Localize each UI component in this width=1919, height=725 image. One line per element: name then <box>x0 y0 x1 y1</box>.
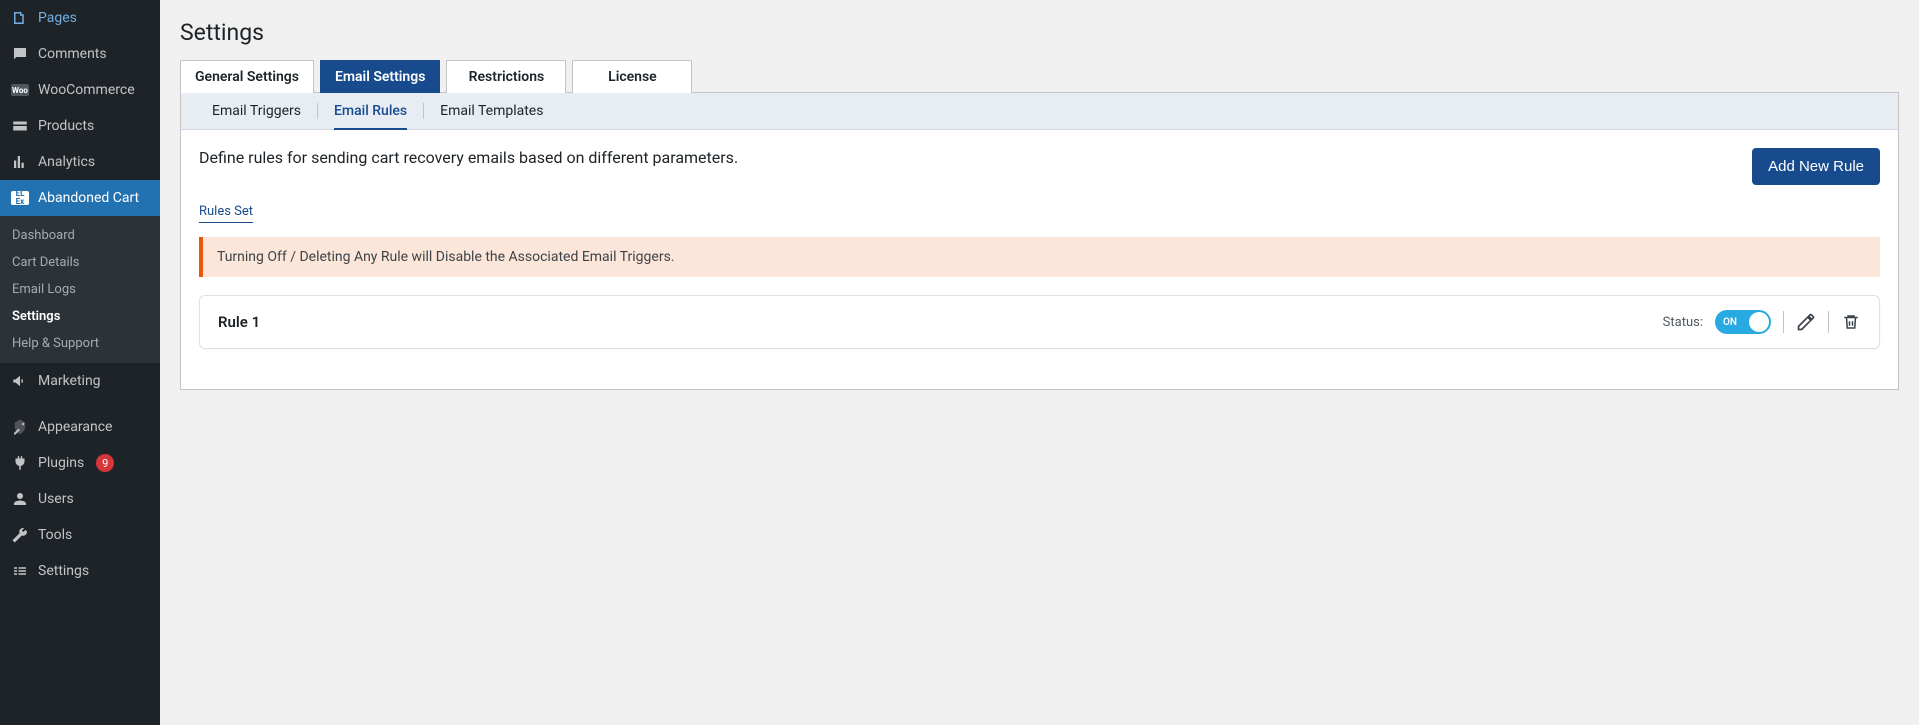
products-icon <box>10 116 30 136</box>
email-subtabs: Email Triggers Email Rules Email Templat… <box>181 93 1898 130</box>
divider <box>317 103 318 119</box>
subtab-email-rules[interactable]: Email Rules <box>334 93 407 129</box>
settings-panel: Email Triggers Email Rules Email Templat… <box>180 93 1899 390</box>
sidebar-item-label: Comments <box>38 46 107 62</box>
sidebar-item-products[interactable]: Products <box>0 108 160 144</box>
woocommerce-icon: Woo <box>10 80 30 100</box>
tab-restrictions[interactable]: Restrictions <box>446 60 566 93</box>
analytics-icon <box>10 152 30 172</box>
sidebar-item-woocommerce[interactable]: Woo WooCommerce <box>0 72 160 108</box>
sidebar-item-pages[interactable]: Pages <box>0 0 160 36</box>
divider <box>423 103 424 119</box>
subtab-email-templates[interactable]: Email Templates <box>440 93 543 129</box>
edit-icon[interactable] <box>1796 312 1816 332</box>
comments-icon <box>10 44 30 64</box>
subtab-email-triggers[interactable]: Email Triggers <box>212 93 301 129</box>
sidebar-item-label: Users <box>38 491 74 507</box>
rule-row: Rule 1 Status: ON <box>199 295 1880 349</box>
sidebar-item-appearance[interactable]: Appearance <box>0 409 160 445</box>
users-icon <box>10 489 30 509</box>
status-toggle[interactable]: ON <box>1715 310 1771 334</box>
status-label: Status: <box>1663 315 1703 330</box>
toggle-knob <box>1749 312 1769 332</box>
sidebar-item-label: Analytics <box>38 154 95 170</box>
sidebar-item-label: Pages <box>38 10 77 26</box>
tab-email-settings[interactable]: Email Settings <box>320 60 440 93</box>
appearance-icon <box>10 417 30 437</box>
sidebar-item-users[interactable]: Users <box>0 481 160 517</box>
toggle-on-text: ON <box>1723 317 1737 328</box>
warning-alert: Turning Off / Deleting Any Rule will Dis… <box>199 237 1880 277</box>
sidebar-item-label: Settings <box>38 563 89 579</box>
sidebar-sub-dashboard[interactable]: Dashboard <box>0 222 160 249</box>
alert-text: Turning Off / Deleting Any Rule will Dis… <box>217 249 674 265</box>
sidebar-sub-help[interactable]: Help & Support <box>0 330 160 357</box>
sidebar-item-label: Tools <box>38 527 72 543</box>
sidebar-item-label: Marketing <box>38 373 101 389</box>
settings-tabs: General Settings Email Settings Restrict… <box>180 60 1899 93</box>
page-title: Settings <box>180 10 1899 50</box>
sidebar-submenu: Dashboard Cart Details Email Logs Settin… <box>0 216 160 363</box>
settings-icon <box>10 561 30 581</box>
sidebar-item-abandoned-cart[interactable]: ELEx Abandoned Cart <box>0 180 160 216</box>
rule-name: Rule 1 <box>218 313 260 331</box>
tools-icon <box>10 525 30 545</box>
tab-license[interactable]: License <box>572 60 692 93</box>
sidebar-item-label: Plugins <box>38 455 84 471</box>
main-content: Settings General Settings Email Settings… <box>160 0 1919 725</box>
divider <box>1783 311 1784 333</box>
tab-general-settings[interactable]: General Settings <box>180 60 314 93</box>
admin-sidebar: Pages Comments Woo WooCommerce Products … <box>0 0 160 725</box>
sidebar-item-label: WooCommerce <box>38 82 135 98</box>
delete-icon[interactable] <box>1841 312 1861 332</box>
sidebar-sub-email-logs[interactable]: Email Logs <box>0 276 160 303</box>
sidebar-item-comments[interactable]: Comments <box>0 36 160 72</box>
sidebar-item-marketing[interactable]: Marketing <box>0 363 160 399</box>
elex-icon: ELEx <box>10 188 30 208</box>
sidebar-sub-settings[interactable]: Settings <box>0 303 160 330</box>
sidebar-item-label: Products <box>38 118 94 134</box>
sidebar-sub-cart-details[interactable]: Cart Details <box>0 249 160 276</box>
pages-icon <box>10 8 30 28</box>
sidebar-item-label: Appearance <box>38 419 112 435</box>
sidebar-item-label: Abandoned Cart <box>38 190 139 206</box>
divider <box>1828 311 1829 333</box>
sidebar-item-settings[interactable]: Settings <box>0 553 160 589</box>
sidebar-item-plugins[interactable]: Plugins 9 <box>0 445 160 481</box>
plugins-update-badge: 9 <box>96 454 114 472</box>
sidebar-item-tools[interactable]: Tools <box>0 517 160 553</box>
description-text: Define rules for sending cart recovery e… <box>199 148 738 167</box>
marketing-icon <box>10 371 30 391</box>
plugins-icon <box>10 453 30 473</box>
description-row: Define rules for sending cart recovery e… <box>181 130 1898 203</box>
add-new-rule-button[interactable]: Add New Rule <box>1752 148 1880 185</box>
sidebar-item-analytics[interactable]: Analytics <box>0 144 160 180</box>
rule-actions: Status: ON <box>1663 310 1861 334</box>
rules-set-label: Rules Set <box>199 204 253 223</box>
